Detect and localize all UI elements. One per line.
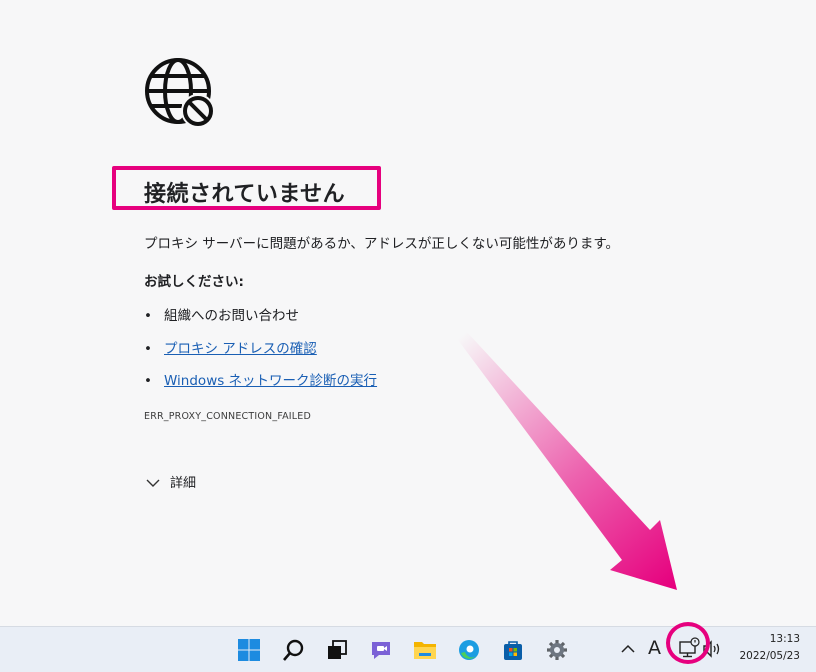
error-code: ERR_PROXY_CONNECTION_FAILED	[144, 411, 312, 422]
settings-icon	[547, 640, 567, 660]
file-explorer-icon	[414, 642, 436, 659]
try-heading: お試しください:	[144, 274, 244, 290]
check-proxy-link[interactable]: プロキシ アドレスの確認	[164, 341, 317, 357]
task-view-button[interactable]	[320, 633, 354, 667]
title-highlight-box	[112, 166, 381, 210]
chat-button[interactable]	[364, 633, 398, 667]
start-button[interactable]	[232, 633, 266, 667]
ime-indicator[interactable]: A	[648, 637, 661, 659]
network-disconnected-icon[interactable]	[678, 637, 700, 659]
suggestion-contact-org: 組織へのお問い合わせ	[164, 308, 299, 324]
file-explorer-button[interactable]	[408, 633, 442, 667]
store-icon	[504, 641, 522, 660]
list-item: • 組織へのお問い合わせ	[144, 304, 299, 324]
settings-button[interactable]	[540, 633, 574, 667]
list-item: • プロキシ アドレスの確認	[144, 337, 317, 357]
chevron-up-icon[interactable]	[620, 639, 636, 659]
edge-button[interactable]	[452, 633, 486, 667]
list-item: • Windows ネットワーク診断の実行	[144, 369, 377, 389]
clock[interactable]: 13:13 2022/05/23	[730, 631, 800, 665]
task-view-icon	[328, 640, 347, 659]
details-label: 詳細	[170, 476, 197, 491]
network-diagnostics-link[interactable]: Windows ネットワーク診断の実行	[164, 373, 377, 389]
error-description: プロキシ サーバーに問題があるか、アドレスが正しくない可能性があります。	[144, 236, 620, 252]
bullet: •	[144, 373, 152, 389]
search-icon	[283, 639, 304, 661]
search-button[interactable]	[277, 633, 311, 667]
details-toggle[interactable]: 詳細	[146, 472, 196, 491]
bullet: •	[144, 341, 152, 357]
clock-date: 2022/05/23	[739, 650, 800, 662]
chat-icon	[372, 642, 390, 659]
taskbar: A 13:13 2022/05/23	[0, 626, 816, 672]
store-button[interactable]	[496, 633, 530, 667]
chevron-down-icon	[146, 479, 160, 487]
browser-error-page: 接続されていません プロキシ サーバーに問題があるか、アドレスが正しくない可能性…	[0, 0, 816, 626]
bullet: •	[144, 308, 152, 324]
edge-icon	[459, 640, 479, 660]
clock-time: 13:13	[769, 633, 800, 645]
volume-icon[interactable]	[702, 639, 722, 659]
start-icon	[238, 639, 260, 661]
globe-blocked-icon	[145, 58, 215, 128]
